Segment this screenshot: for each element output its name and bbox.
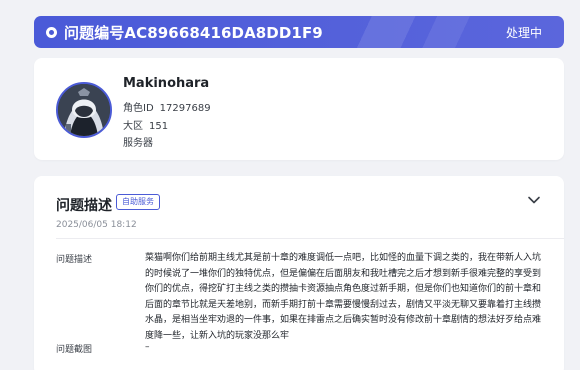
server-row: 服务器 — [123, 134, 159, 149]
avatar — [56, 82, 112, 138]
issue-date: 2025/06/05 18:12 — [56, 220, 137, 230]
description-text: 菜猫啊你们给前期主线尤其是前十章的难度调低一点吧，比如怪的血量下调之类的，我在带… — [145, 253, 542, 341]
screenshot-label: 问题截图 — [56, 345, 93, 355]
region-value: 151 — [149, 121, 169, 132]
role-id-value: 17297689 — [159, 103, 211, 114]
service-tag: 自助服务 — [116, 194, 160, 210]
region-row: 大区 151 — [123, 117, 168, 132]
role-id-row: 角色ID 17297689 — [123, 99, 211, 114]
description-label: 问题描述 — [56, 255, 93, 265]
status-badge: 处理中 — [505, 25, 542, 40]
server-label: 服务器 — [123, 138, 153, 149]
screenshot-value: – — [145, 342, 150, 352]
player-name: Makinohara — [123, 76, 210, 91]
issue-section-title: 问题描述 — [56, 198, 112, 214]
avatar-image — [58, 84, 110, 136]
ticket-header: 问题编号AC89668416DA8DD1F9 处理中 — [34, 16, 564, 48]
divider — [56, 238, 564, 239]
status-dot-icon — [46, 26, 57, 38]
role-id-label: 角色ID — [123, 103, 154, 114]
ticket-title: 问题编号AC89668416DA8DD1F9 — [64, 23, 323, 42]
issue-card: 问题描述 自助服务 2025/06/05 18:12 问题描述 菜猫啊你们给前期… — [34, 176, 564, 370]
profile-card: Makinohara 角色ID 17297689 大区 151 服务器 — [34, 58, 564, 160]
region-label: 大区 — [123, 121, 143, 132]
chevron-down-icon[interactable] — [526, 192, 542, 208]
